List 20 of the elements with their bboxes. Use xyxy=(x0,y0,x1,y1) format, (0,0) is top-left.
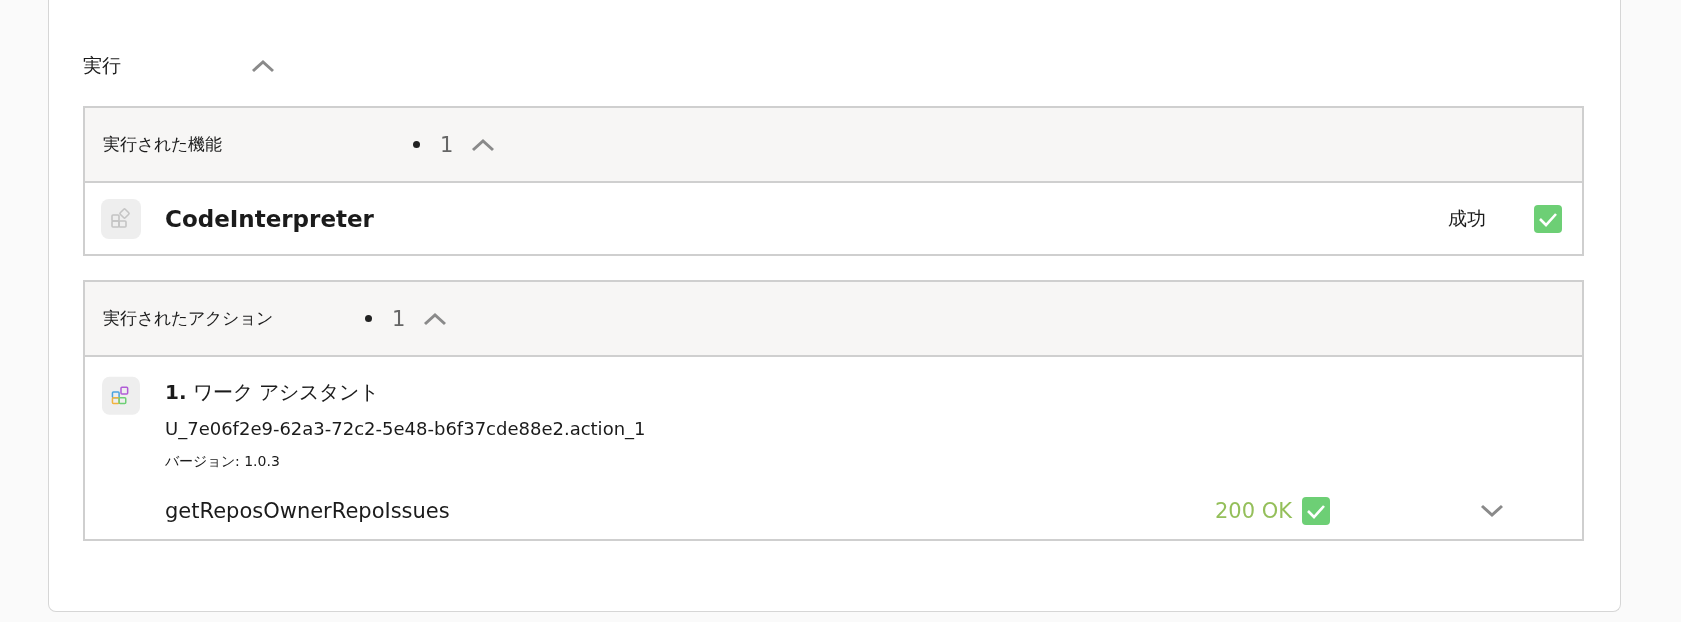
section-title: 実行 xyxy=(83,53,122,78)
status-text: 成功 xyxy=(1448,205,1486,231)
group-title: 実行されたアクション xyxy=(103,307,274,330)
operation-name: getReposOwnerRepoIssues xyxy=(165,499,451,523)
expand-button[interactable] xyxy=(1480,504,1504,518)
app-icon xyxy=(102,376,140,415)
collapse-chevron-icon[interactable] xyxy=(251,59,275,73)
status-text: 200 OK xyxy=(1214,499,1292,523)
feature-name: CodeInterpreter xyxy=(165,205,375,232)
group-title: 実行された機能 xyxy=(103,133,223,156)
app-icon xyxy=(101,198,141,239)
action-id: U_7e06f2e9-62a3-72c2-5e48-b6f37cde88e2.action_1 xyxy=(165,418,647,439)
action-title: 1. ワーク アシスタント xyxy=(165,379,381,406)
version-text: バージョン: 1.0.3 xyxy=(165,453,281,471)
group-count: 1 xyxy=(392,306,406,331)
separator-dot xyxy=(413,141,420,148)
separator-dot xyxy=(365,315,372,322)
collapse-chevron-icon[interactable] xyxy=(471,137,496,152)
collapse-chevron-icon[interactable] xyxy=(423,311,448,326)
group-count: 1 xyxy=(440,132,454,157)
